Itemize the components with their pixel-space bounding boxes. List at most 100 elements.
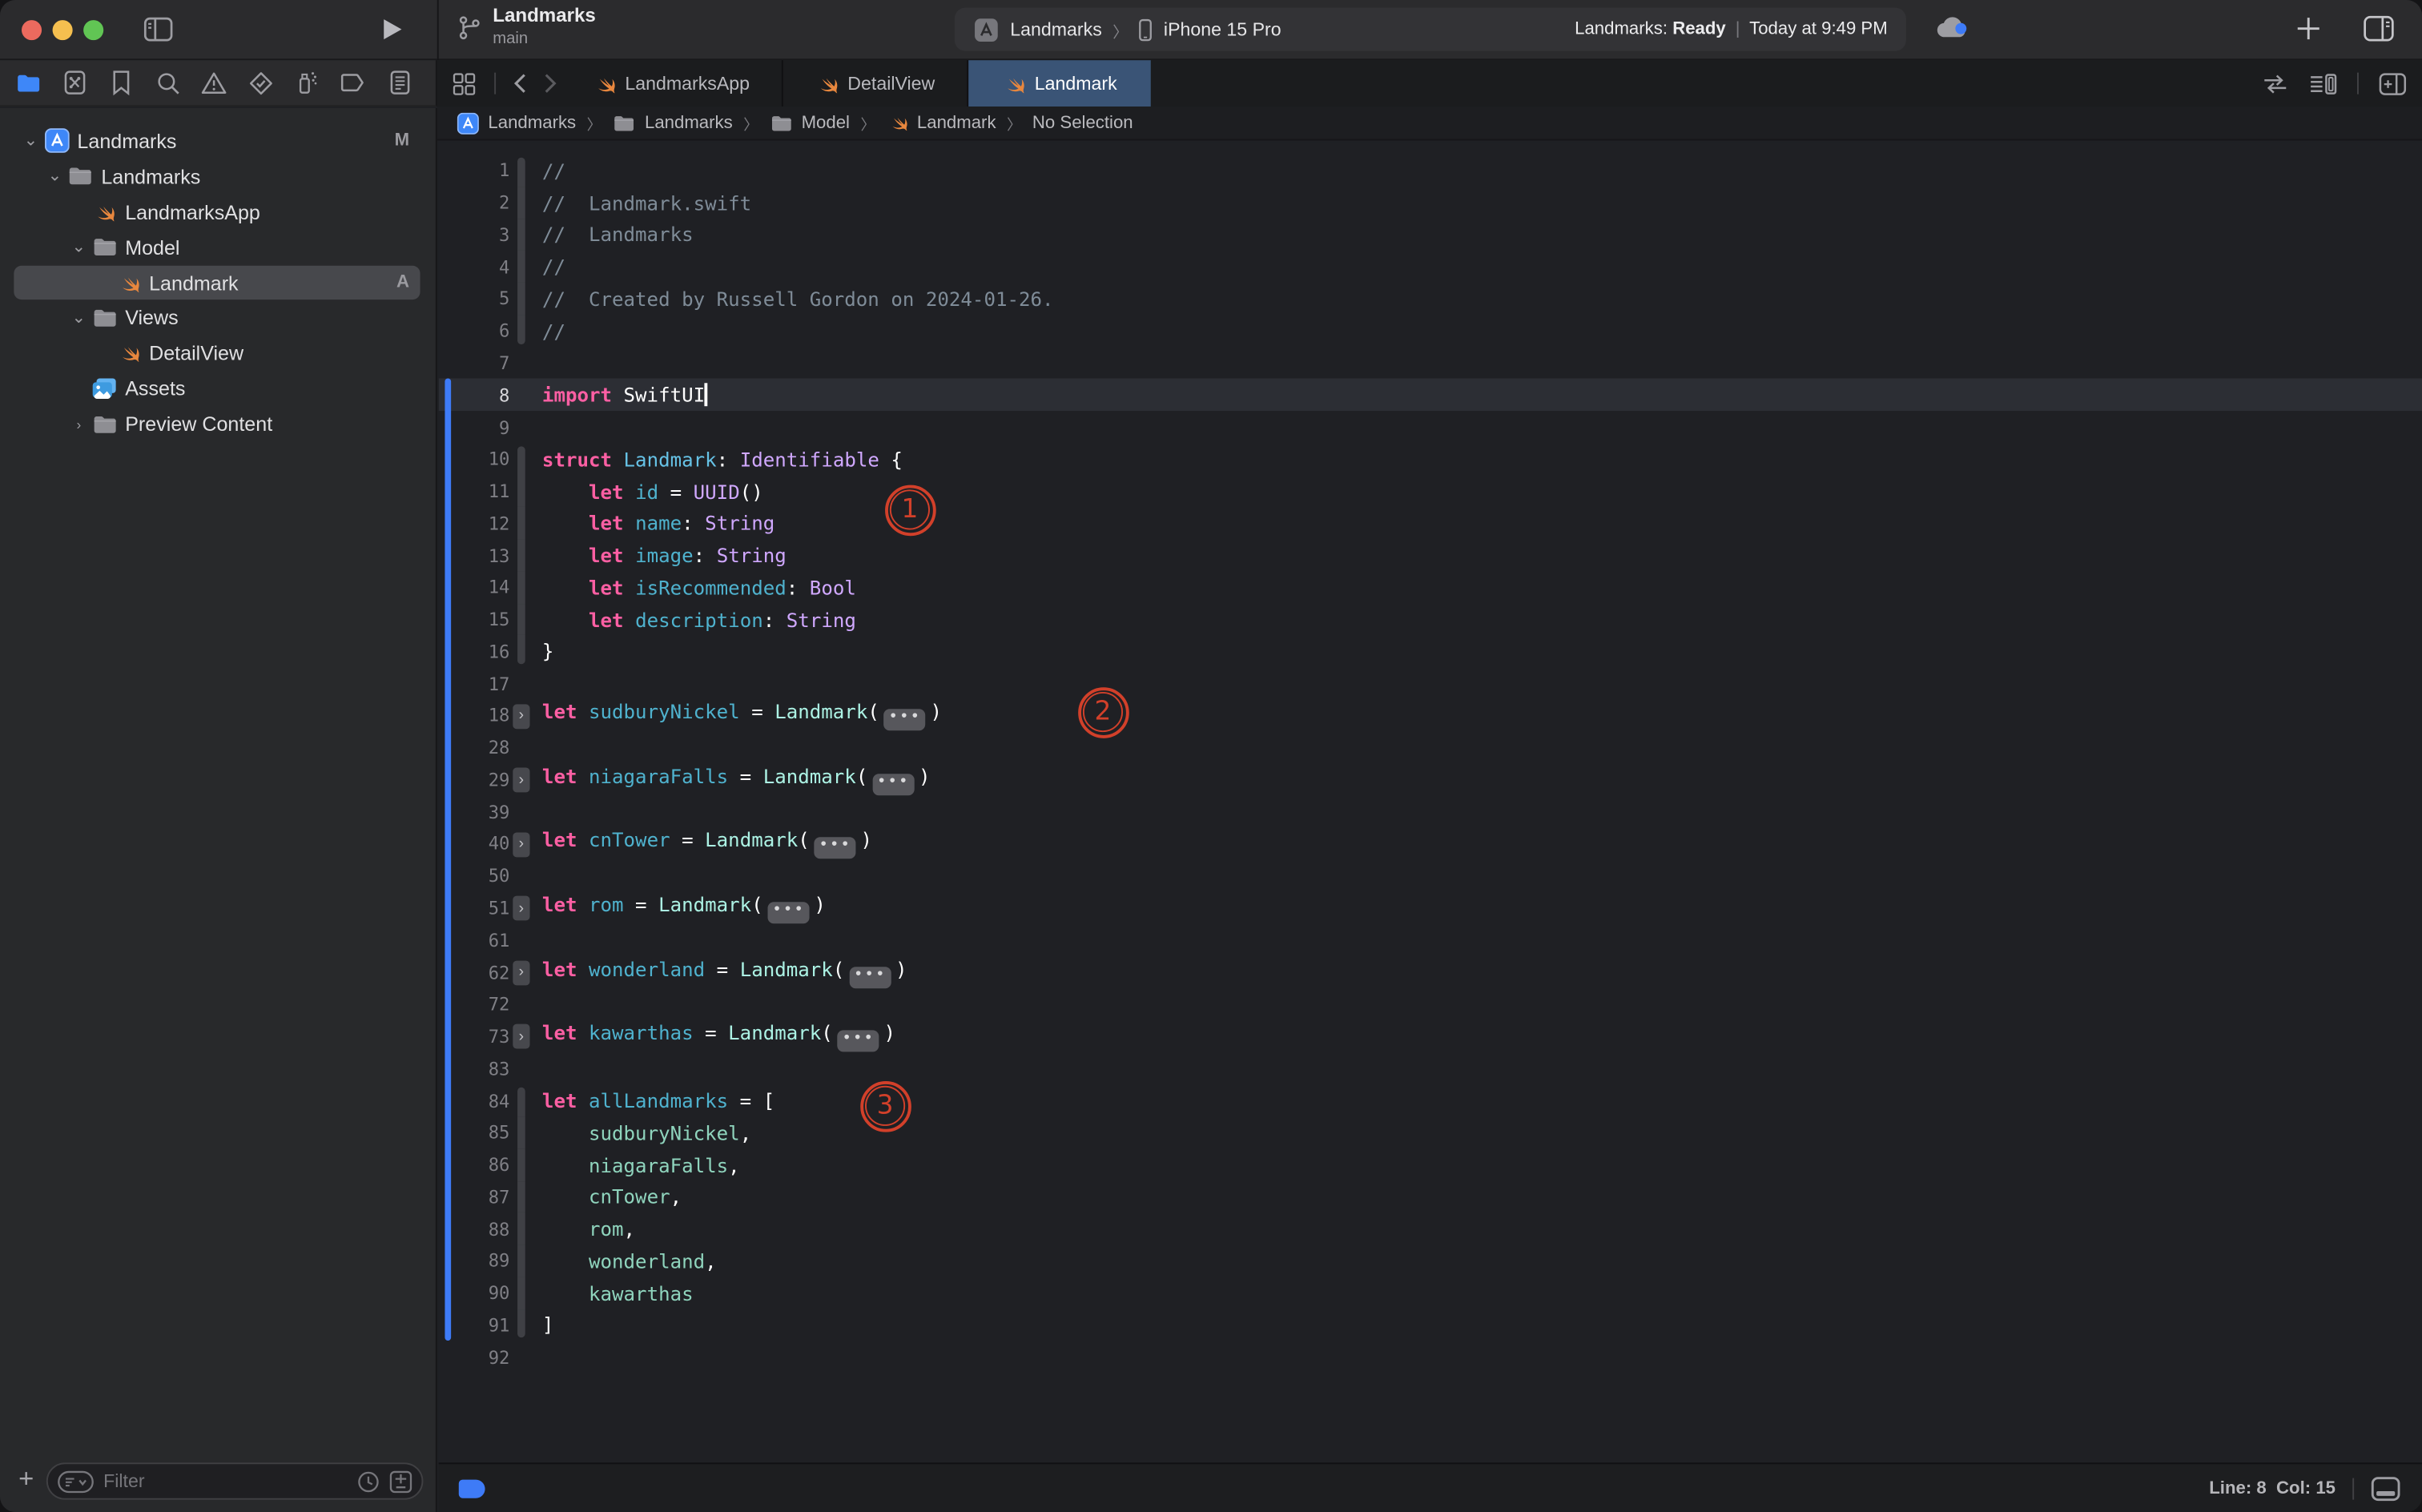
sidebar-item-preview-content[interactable]: ›Preview Content [0,406,434,441]
sidebar-item-landmarks[interactable]: ⌄LandmarksM [0,123,434,159]
sidebar-item-model[interactable]: ⌄Model [0,230,434,265]
code-line-72[interactable]: 72 [439,988,2422,1020]
tests-icon[interactable] [247,70,274,96]
tab-DetailView[interactable]: DetailView [783,60,968,107]
code-line-8[interactable]: 8import SwiftUI [439,379,2422,411]
code-line-4[interactable]: 4// [439,251,2422,283]
zoom-window-button[interactable] [83,20,103,40]
code-line-10[interactable]: 10struct Landmark: Identifiable { [439,443,2422,475]
find-icon[interactable] [155,70,181,96]
code-fold-ellipsis[interactable]: ••• [768,902,810,923]
scheme-name[interactable]: Landmarks [1010,18,1102,40]
fold-chevron[interactable]: › [509,892,534,924]
scheme-status-pill[interactable]: Landmarks 〉 iPhone 15 Pro Landmarks: Rea… [955,8,1906,51]
related-items-icon[interactable] [451,70,477,97]
code-line-87[interactable]: 87 cnTower, [439,1180,2422,1212]
code-line-62[interactable]: 62›let wonderland = Landmark(•••) [439,956,2422,988]
code-fold-ellipsis[interactable]: ••• [849,966,891,987]
code-review-icon[interactable] [2261,74,2289,94]
code-line-13[interactable]: 13 let image: String [439,539,2422,571]
breadcrumb-item[interactable]: Landmarks [456,111,576,135]
source-editor[interactable]: 1//2// Landmark.swift3// Landmarks4//5//… [439,142,2422,1462]
filter-field[interactable]: Filter [46,1462,424,1499]
editor-options-icon[interactable] [2364,15,2395,42]
code-line-1[interactable]: 1// [439,155,2422,187]
code-line-50[interactable]: 50 [439,860,2422,892]
fold-chevron[interactable]: › [509,1020,534,1052]
go-forward-icon[interactable] [544,73,557,94]
disclosure-open-icon[interactable]: ⌄ [42,172,67,182]
source-control-filter-icon[interactable] [389,1470,412,1493]
code-line-61[interactable]: 61 [439,924,2422,956]
code-line-2[interactable]: 2// Landmark.swift [439,187,2422,219]
toggle-debug-area-icon[interactable] [2371,1476,2400,1501]
fold-chevron[interactable]: › [509,956,534,988]
code-line-29[interactable]: 29›let niagaraFalls = Landmark(•••) [439,764,2422,796]
code-line-28[interactable]: 28 [439,732,2422,764]
disclosure-closed-icon[interactable]: › [66,416,91,432]
code-line-18[interactable]: 18›let sudburyNickel = Landmark(•••) [439,700,2422,732]
code-fold-ellipsis[interactable]: ••• [815,838,856,859]
code-line-3[interactable]: 3// Landmarks [439,219,2422,251]
library-plus-icon[interactable] [2295,15,2322,42]
breadcrumb-item[interactable]: Model [769,112,850,134]
code-line-92[interactable]: 92 [439,1341,2422,1373]
breadcrumb-item[interactable]: Landmark [886,111,996,135]
add-editor-icon[interactable] [2379,72,2407,95]
code-line-15[interactable]: 15 let description: String [439,604,2422,636]
sidebar-item-detailview[interactable]: DetailView [0,336,434,371]
code-fold-ellipsis[interactable]: ••• [884,710,926,731]
toggle-navigator-icon[interactable] [143,17,173,42]
project-navigator-icon[interactable] [15,70,42,96]
run-destination[interactable]: iPhone 15 Pro [1164,18,1281,40]
code-line-51[interactable]: 51›let rom = Landmark(•••) [439,892,2422,924]
breakpoints-icon[interactable] [340,70,366,96]
close-window-button[interactable] [22,20,42,40]
add-file-button[interactable]: + [18,1464,34,1495]
go-back-icon[interactable] [513,73,526,94]
code-line-88[interactable]: 88 rom, [439,1212,2422,1245]
recent-files-clock-icon[interactable] [356,1470,380,1493]
code-line-40[interactable]: 40›let cnTower = Landmark(•••) [439,828,2422,860]
run-button[interactable] [381,17,403,42]
tab-LandmarksApp[interactable]: LandmarksApp [561,60,783,107]
tab-Landmark[interactable]: Landmark [968,60,1151,107]
breadcrumb-item[interactable]: No Selection [1032,114,1133,132]
xcode-cloud-icon[interactable] [1934,14,1971,42]
issues-icon[interactable] [201,70,227,96]
code-line-11[interactable]: 11 let id = UUID() [439,475,2422,507]
minimap-icon[interactable] [2309,72,2337,95]
code-fold-ellipsis[interactable]: ••• [872,774,914,795]
code-line-6[interactable]: 6// [439,315,2422,347]
code-line-84[interactable]: 84let allLandmarks = [ [439,1084,2422,1116]
code-line-14[interactable]: 14 let isRecommended: Bool [439,571,2422,603]
sidebar-item-landmark[interactable]: LandmarkA [0,265,434,300]
source-control-icon[interactable] [62,70,88,96]
code-line-91[interactable]: 91] [439,1309,2422,1341]
code-line-17[interactable]: 17 [439,668,2422,700]
fold-chevron[interactable]: › [509,764,534,796]
debug-icon[interactable] [293,70,320,96]
code-line-85[interactable]: 85 sudburyNickel, [439,1116,2422,1148]
code-fold-ellipsis[interactable]: ••• [838,1030,879,1052]
fold-chevron[interactable]: › [509,700,534,732]
code-line-39[interactable]: 39 [439,796,2422,828]
reports-icon[interactable] [386,70,412,96]
code-line-12[interactable]: 12 let name: String [439,507,2422,539]
code-line-5[interactable]: 5// Created by Russell Gordon on 2024-01… [439,283,2422,315]
disclosure-open-icon[interactable]: ⌄ [66,243,91,252]
code-line-73[interactable]: 73›let kawarthas = Landmark(•••) [439,1020,2422,1052]
code-line-83[interactable]: 83 [439,1052,2422,1084]
breakpoint-indicator[interactable] [459,1479,485,1498]
sidebar-item-views[interactable]: ⌄Views [0,300,434,336]
code-line-86[interactable]: 86 niagaraFalls, [439,1148,2422,1180]
disclosure-open-icon[interactable]: ⌄ [18,137,43,147]
code-line-9[interactable]: 9 [439,411,2422,443]
minimize-window-button[interactable] [53,20,73,40]
code-line-16[interactable]: 16} [439,636,2422,668]
sidebar-item-landmarksapp[interactable]: LandmarksApp [0,195,434,230]
code-line-89[interactable]: 89 wonderland, [439,1245,2422,1277]
active-scheme-title[interactable]: Landmarks main [457,6,596,49]
sidebar-item-assets[interactable]: Assets [0,371,434,406]
code-line-7[interactable]: 7 [439,347,2422,379]
